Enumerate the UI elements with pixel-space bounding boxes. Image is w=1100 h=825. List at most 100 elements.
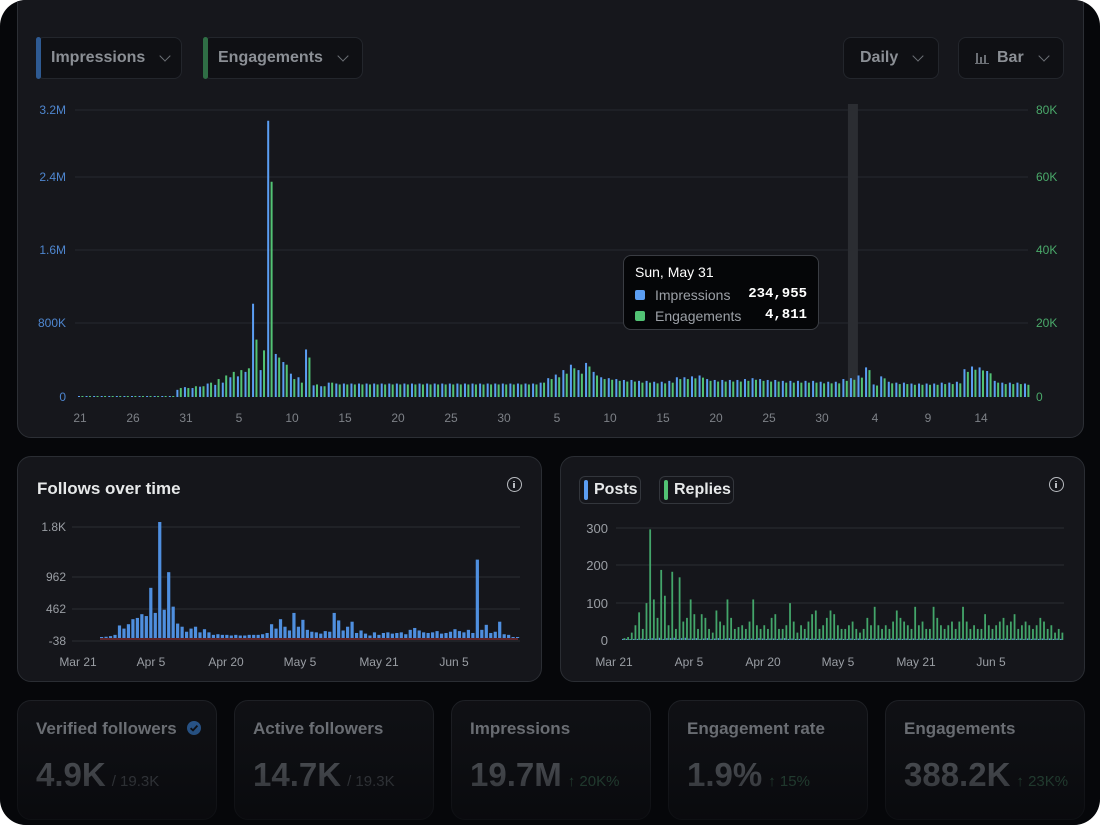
replies-bar (917, 625, 920, 640)
engagements-bar (807, 382, 810, 397)
follows-bar (386, 632, 390, 638)
impressions-bar (887, 381, 890, 397)
impressions-bar (410, 383, 413, 397)
engagements-bar (997, 382, 1000, 397)
engagements-bar (323, 386, 326, 397)
impressions-bar (388, 383, 391, 397)
impressions-bar (426, 383, 429, 397)
posts-bar (945, 638, 948, 640)
x-tick-label: 10 (285, 411, 299, 425)
follows-bar (319, 633, 323, 638)
replies-bar (848, 625, 850, 640)
y-right-tick-label: 20K (1036, 316, 1057, 330)
impressions-bar (267, 120, 270, 397)
engagements-bar (497, 384, 500, 397)
posts-bar (673, 637, 675, 640)
impressions-swatch (635, 290, 645, 300)
posts-bar (1026, 638, 1029, 640)
posts-bar (960, 638, 963, 640)
posts-bar (699, 638, 701, 640)
engagements-bar (141, 396, 144, 397)
stat-card-engagements[interactable]: Engagements 388.2K ↑ 23K% (885, 700, 1085, 820)
stat-delta: ↑ 20K% (567, 773, 620, 790)
x-tick-label: Apr 20 (208, 655, 244, 669)
engagements-bar (777, 381, 780, 397)
follows-bar (448, 631, 453, 638)
follows-bar (404, 634, 408, 638)
follows-bar (234, 634, 238, 638)
posts-bar (721, 638, 723, 640)
engagements-bar (111, 396, 114, 397)
replies-bar (899, 617, 902, 640)
tooltip-engagements-row: Engagements (635, 308, 741, 324)
engagements-bar (671, 382, 674, 397)
impressions-bar (698, 375, 701, 397)
follows-bar (337, 620, 341, 638)
stat-card-active-followers[interactable]: Active followers 14.7K / 19.3K (234, 700, 434, 820)
engagements-bar (217, 379, 220, 397)
impressions-bar (910, 383, 913, 397)
engagements-bar (830, 383, 833, 397)
replies-bar (767, 628, 769, 640)
stat-delta: ↑ 23K% (1016, 773, 1069, 790)
engagements-bar (679, 379, 682, 397)
engagements-bar (754, 379, 757, 397)
impressions-bar (902, 382, 905, 397)
impressions-bar (494, 383, 497, 397)
posts-bar (794, 638, 797, 640)
replies-bar (796, 632, 799, 640)
follows-chart[interactable]: 1.8K 962 462 -38 Mar 21 Apr 5 Apr 20 May 5 May 2… (0, 456, 540, 686)
engagements-bar (603, 379, 606, 397)
engagements-bar (399, 384, 402, 397)
replies-bar (759, 628, 762, 640)
engagements-bar (164, 396, 167, 397)
engagements-bar (452, 384, 455, 397)
posts-bar (798, 638, 801, 640)
impressions-bar (645, 380, 648, 397)
engagements-bar (747, 380, 750, 397)
impressions-bar (759, 379, 762, 397)
posts-bar (776, 638, 778, 640)
tooltip-impressions-value: 234,955 (748, 286, 807, 302)
impressions-bar (683, 377, 686, 397)
stat-card-engagement-rate[interactable]: Engagement rate 1.9% ↑ 15% (668, 700, 868, 820)
x-tick-label: 25 (444, 411, 458, 425)
posts-bar (1004, 638, 1007, 640)
impressions-engagements-chart[interactable]: 3.2M 80K 2.4M 60K 1.6M 40K 800K 20K 0 0 21 26 31 5 10 1… (0, 0, 1100, 440)
x-tick-label: May 21 (359, 655, 399, 669)
impressions-bar (796, 380, 799, 397)
posts-bar (916, 638, 918, 640)
impressions-bar (236, 376, 239, 397)
posts-bar (923, 638, 926, 640)
x-tick-label: 20 (709, 411, 723, 425)
engagements-bar (210, 382, 213, 397)
replies-bar (1021, 625, 1023, 640)
posts-bar (754, 638, 756, 640)
posts-bar (684, 637, 686, 640)
y-tick-label: 0 (601, 633, 608, 648)
follows-bar (153, 612, 157, 638)
posts-bar (714, 638, 716, 640)
engagements-bar (361, 384, 364, 397)
replies-bar (873, 606, 876, 640)
replies-bar (825, 617, 828, 640)
impressions-bar (728, 379, 731, 397)
stat-card-verified-followers[interactable]: Verified followers 4.9K / 19.3K (17, 700, 217, 820)
follows-bar (453, 629, 457, 638)
replies-bar (748, 621, 751, 640)
replies-bar (770, 617, 773, 640)
impressions-bar (130, 396, 133, 397)
posts-replies-chart[interactable]: 300 200 100 0 Mar 21 Apr 5 Apr 20 May 5 May 21 Ju… (560, 456, 1100, 686)
engagements-bar (338, 384, 341, 397)
replies-bar (836, 625, 839, 640)
engagements-bar (701, 377, 704, 397)
posts-bar (1034, 638, 1036, 640)
engagements-bar (149, 396, 152, 397)
posts-bar (791, 638, 793, 640)
posts-bar (861, 638, 863, 640)
posts-bar (967, 638, 970, 640)
stat-card-impressions[interactable]: Impressions 19.7M ↑ 20K% (451, 700, 651, 820)
follows-bar (328, 631, 332, 638)
x-tick-label: Apr 5 (137, 655, 166, 669)
impressions-bar (736, 379, 739, 397)
